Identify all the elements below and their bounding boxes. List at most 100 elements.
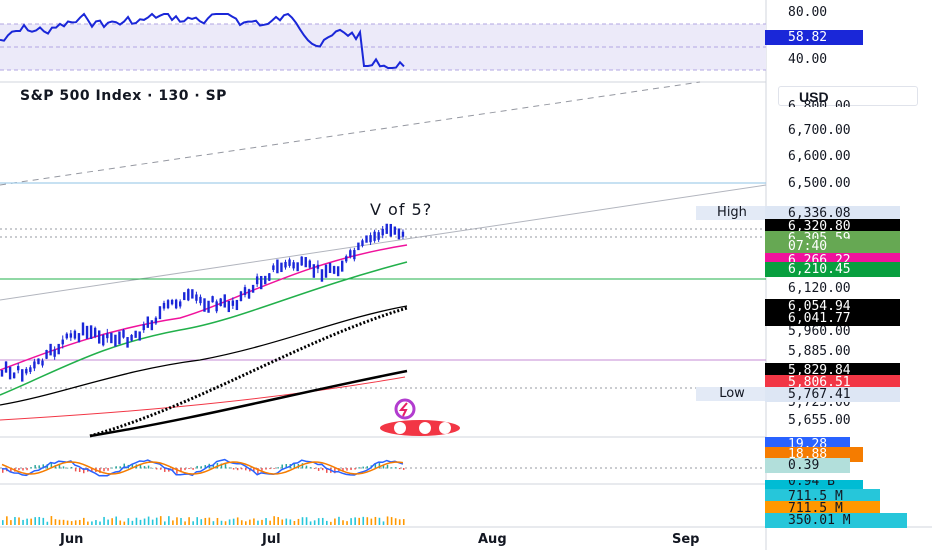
candle-body (195, 294, 198, 301)
macd-hist-bar (224, 464, 227, 469)
macd-hist-bar (34, 465, 36, 469)
macd-line (1, 458, 404, 477)
macd-hist-bar (232, 468, 235, 470)
rsi-value-badge: 58.82 (765, 30, 863, 45)
candle-body (183, 292, 186, 301)
macd-hist-bar (22, 468, 24, 471)
volume-bar (46, 521, 49, 525)
candle-body (336, 266, 340, 277)
candle-body (25, 368, 28, 374)
candle-body (191, 289, 194, 299)
volume-bar (87, 521, 89, 525)
macd-hist-bar (184, 468, 186, 471)
candle-body (219, 298, 222, 306)
candle-body (324, 264, 328, 278)
bar-countdown-badge: 07:40 (765, 239, 900, 254)
volume-bar (228, 519, 231, 525)
macd-hist-bar (62, 466, 65, 469)
macd-hist-bar (350, 468, 352, 471)
candle-body (37, 358, 40, 365)
volume-bar (366, 517, 369, 525)
volume-bar (277, 517, 279, 525)
volume-bar (293, 520, 296, 525)
candle-body (8, 366, 12, 380)
candle-body (179, 301, 182, 307)
candle-body (126, 337, 129, 348)
volume-bar (370, 518, 373, 525)
candle-body (207, 300, 210, 313)
volume-bar (382, 521, 385, 525)
macd-hist-bar (245, 468, 247, 471)
candle-body (122, 329, 125, 338)
volume-bar (358, 517, 360, 525)
candle-body (373, 231, 376, 241)
volume-bar (249, 519, 251, 525)
candle-body (134, 330, 137, 338)
price-axis-5655: 5,655.00 (788, 413, 851, 428)
candle-body (235, 299, 239, 311)
month-sep: Sep (672, 532, 700, 547)
dotted-ma-badge: 6,041.77 (765, 311, 900, 326)
candle-body (385, 223, 388, 234)
macd-hist-bar (305, 465, 308, 469)
candle-body (320, 269, 324, 282)
macd-hist-bar (390, 467, 393, 469)
candle-body (381, 228, 384, 236)
macd-hist-bar (386, 464, 389, 469)
volume-bar (83, 517, 85, 525)
candle-body (361, 240, 364, 246)
low-price-badge: 5,767.41 (765, 387, 900, 402)
candle-body (118, 331, 121, 345)
volume-bar (398, 519, 401, 525)
macd-hist-bar (159, 468, 162, 470)
price-axis-6700: 6,700.00 (788, 123, 851, 138)
chart-title: S&P 500 Index · 130 · SP (20, 88, 227, 104)
lightning-icon[interactable] (394, 398, 416, 420)
macd-hist-bar (196, 465, 198, 469)
candle-body (61, 339, 64, 345)
macd-hist-bar (240, 468, 243, 470)
macd-hist-bar (402, 468, 405, 470)
macd-hist-bar (273, 468, 275, 469)
candle-body (231, 300, 235, 306)
candle-body (251, 284, 255, 293)
volume-bar (103, 516, 105, 525)
volume-bar (99, 521, 101, 525)
earnings-flag-icon[interactable] (380, 420, 460, 436)
candle-body (162, 302, 166, 309)
candle-body (166, 300, 170, 309)
candle-body (393, 226, 397, 235)
candle-body (73, 330, 77, 339)
macd-histogram-badge: 0.39 (765, 458, 850, 473)
volume-bar (220, 520, 223, 525)
macd-hist-bar (115, 466, 117, 469)
candle-body (264, 275, 267, 285)
macd-hist-bar (394, 467, 397, 469)
volume-bar (330, 521, 332, 525)
volume-bar (119, 520, 122, 525)
macd-hist-bar (228, 467, 231, 469)
volume-bar (78, 519, 81, 525)
volume-bar (394, 518, 397, 525)
candle-body (276, 259, 279, 274)
candle-body (89, 325, 93, 339)
candle-body (41, 360, 44, 366)
candle-body (300, 256, 303, 266)
volume-bar (386, 516, 389, 525)
volume-bar (321, 517, 324, 525)
candle-body (174, 299, 178, 309)
volume-bar (91, 521, 93, 525)
candle-body (57, 343, 60, 355)
candle-body (304, 257, 307, 268)
volume-bar (184, 521, 186, 525)
volume-bar (317, 518, 320, 525)
volume-bar (362, 516, 365, 525)
volume-bar (6, 516, 8, 525)
sma50-dotted (89, 306, 408, 438)
candle-body (53, 349, 56, 357)
macd-hist-bar (265, 468, 267, 470)
volume-bar (269, 520, 271, 525)
candle-body (215, 301, 218, 312)
price-axis-6800: 6,800.00 (788, 100, 886, 107)
macd-hist-bar (111, 467, 113, 469)
